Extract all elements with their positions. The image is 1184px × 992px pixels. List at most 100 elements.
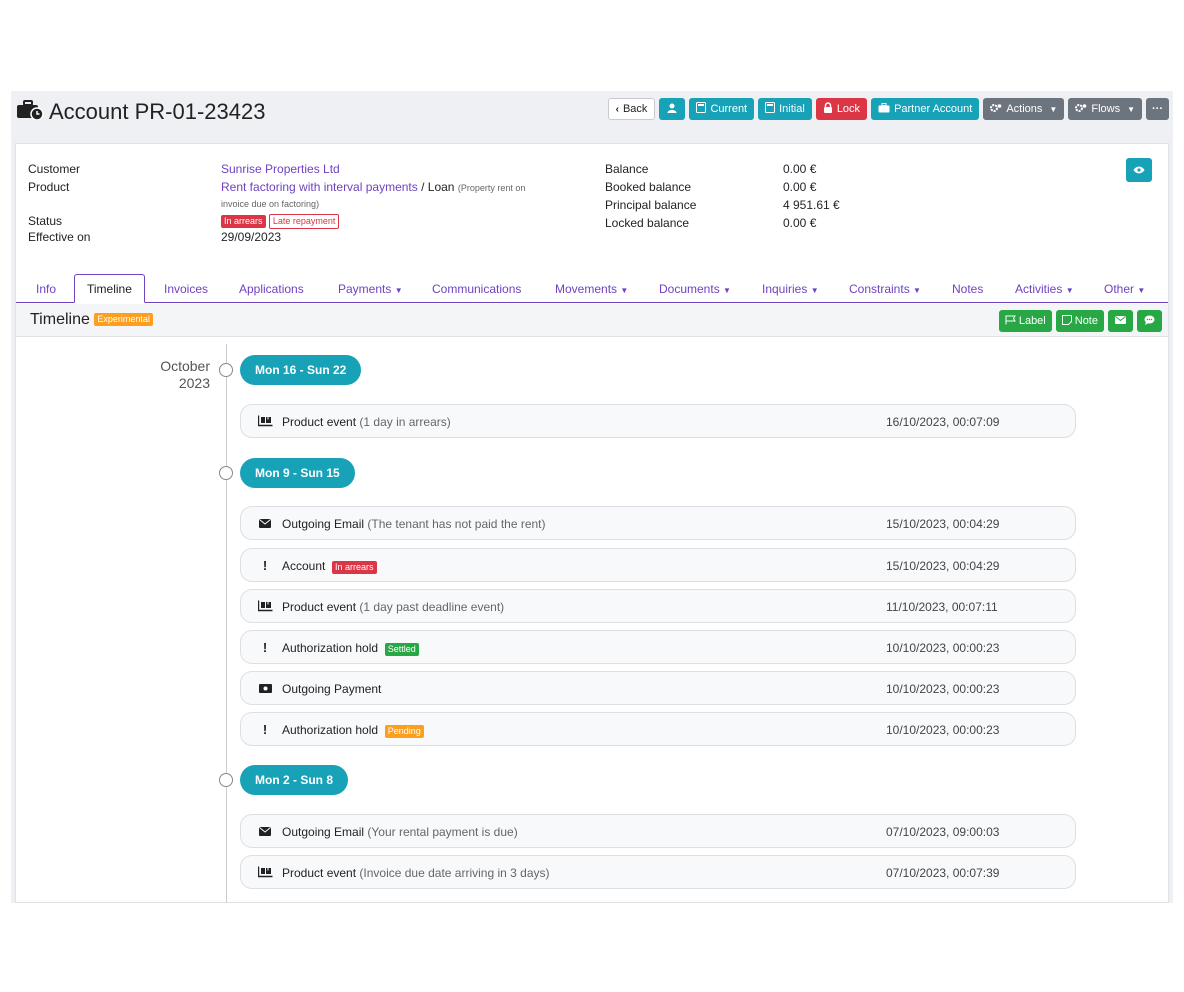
- customer-label: Customer: [28, 162, 81, 176]
- header-toolbar: ‹ Back Current Initial Lock Partner Acco…: [607, 98, 1169, 120]
- account-summary: Customer Sunrise Properties Ltd Product …: [16, 144, 1168, 269]
- tab-inquiries[interactable]: Inquiries ▼: [762, 274, 819, 303]
- timeline-dot: [219, 363, 233, 377]
- tab-documents[interactable]: Documents ▼: [659, 274, 731, 303]
- tab-activities[interactable]: Activities ▼: [1015, 274, 1074, 303]
- send-email-button[interactable]: [1108, 310, 1133, 332]
- locked-balance-value: 0.00 €: [783, 216, 817, 230]
- product-type-link[interactable]: Loan: [428, 180, 455, 194]
- money-icon: [257, 681, 273, 695]
- calculator-icon: [696, 102, 707, 116]
- effective-value: 29/09/2023: [221, 230, 282, 244]
- customer-link[interactable]: Sunrise Properties Ltd: [221, 162, 340, 176]
- ellipsis-icon: ···: [1152, 103, 1163, 115]
- caret-down-icon: ▼: [620, 286, 629, 295]
- caret-down-icon: ▼: [394, 286, 403, 295]
- add-note-button[interactable]: Note: [1055, 310, 1104, 332]
- product-label: Product: [28, 180, 70, 194]
- page-title: Account PR-01-23423: [49, 99, 266, 124]
- week-header[interactable]: Mon 9 - Sun 15: [240, 458, 355, 488]
- timeline-event[interactable]: Product event (1 day past deadline event…: [240, 589, 1076, 623]
- tab-applications[interactable]: Applications: [239, 274, 304, 303]
- tab-invoices[interactable]: Invoices: [164, 274, 208, 303]
- customer-button[interactable]: [659, 98, 686, 120]
- caret-down-icon: ▼: [810, 286, 819, 295]
- caret-down-icon: ▼: [1127, 104, 1135, 114]
- week-header[interactable]: Mon 16 - Sun 22: [240, 355, 362, 385]
- envelope-icon: [257, 516, 273, 530]
- timeline-event[interactable]: Outgoing Email (Your rental payment is d…: [240, 814, 1076, 848]
- timeline-event[interactable]: Outgoing Email (The tenant has not paid …: [240, 506, 1076, 540]
- app-frame: Account PR-01-23423 ‹ Back Current Initi…: [11, 91, 1173, 903]
- truck-icon: [257, 414, 273, 428]
- lock-button[interactable]: Lock: [815, 98, 868, 120]
- tab-constraints[interactable]: Constraints ▼: [849, 274, 921, 303]
- timeline-dot: [219, 773, 233, 787]
- timeline-event[interactable]: ! Authorization hold Pending 10/10/2023,…: [240, 712, 1076, 746]
- briefcase-icon: [878, 102, 890, 116]
- event-timestamp: 16/10/2023, 00:07:09: [886, 415, 1000, 429]
- back-button[interactable]: ‹ Back: [607, 98, 656, 120]
- booked-balance-label: Booked balance: [605, 180, 692, 194]
- exclamation-icon: !: [262, 639, 268, 655]
- caret-down-icon: ▼: [723, 286, 731, 295]
- add-label-button[interactable]: Label: [998, 310, 1052, 332]
- effective-label: Effective on: [28, 230, 91, 244]
- timeline-event[interactable]: Product event (1 day in arrears) 16/10/2…: [240, 404, 1076, 438]
- page-header: Account PR-01-23423 ‹ Back Current Initi…: [11, 91, 1173, 129]
- exclamation-icon: !: [262, 557, 268, 573]
- user-icon: [667, 103, 677, 116]
- truck-icon: [257, 599, 273, 613]
- timeline-event[interactable]: Product event (Invoice due date arriving…: [240, 855, 1076, 889]
- timeline-event[interactable]: ! Account In arrears 15/10/2023, 00:04:2…: [240, 548, 1076, 582]
- timeline-event[interactable]: Outgoing Payment 10/10/2023, 00:00:23: [240, 671, 1076, 705]
- timeline-event[interactable]: ! Authorization hold Settled 10/10/2023,…: [240, 630, 1076, 664]
- current-button[interactable]: Current: [689, 98, 755, 120]
- locked-balance-label: Locked balance: [605, 216, 690, 230]
- booked-balance-value: 0.00 €: [783, 180, 817, 194]
- status-badges: In arrears Late repayment: [221, 213, 340, 229]
- caret-down-icon: ▼: [1137, 286, 1146, 295]
- status-badge: Late repayment: [268, 214, 340, 229]
- toggle-details-button[interactable]: [1126, 158, 1152, 182]
- timeline-title: Timeline Experimental: [30, 311, 153, 329]
- account-card: Customer Sunrise Properties Ltd Product …: [15, 143, 1169, 903]
- product-link[interactable]: Rent factoring with interval payments: [221, 180, 418, 194]
- product-note-continued: invoice due on factoring): [221, 199, 320, 209]
- caret-down-icon: ▼: [913, 286, 921, 295]
- week-header[interactable]: Mon 2 - Sun 8: [240, 765, 348, 795]
- partner-account-button[interactable]: Partner Account: [871, 98, 980, 120]
- calculator-icon: [765, 102, 776, 116]
- tab-other[interactable]: Other ▼: [1104, 274, 1145, 303]
- flag-icon: [1005, 315, 1016, 328]
- status-badge: In arrears: [332, 561, 377, 574]
- status-badge: Settled: [384, 643, 419, 656]
- event-timestamp: 10/10/2023, 00:00:23: [886, 682, 1000, 696]
- flows-dropdown[interactable]: Flows ▼: [1068, 98, 1142, 120]
- send-message-button[interactable]: [1137, 310, 1162, 332]
- event-timestamp: 10/10/2023, 00:00:23: [886, 641, 1000, 655]
- status-label: Status: [28, 214, 63, 228]
- timeline-axis: [226, 344, 227, 903]
- tab-payments[interactable]: Payments ▼: [338, 274, 403, 303]
- tab-info[interactable]: Info: [36, 274, 56, 303]
- initial-button[interactable]: Initial: [758, 98, 812, 120]
- tab-communications[interactable]: Communications: [432, 274, 521, 303]
- event-timestamp: 15/10/2023, 00:04:29: [886, 517, 1000, 531]
- principal-balance-value: 4 951.61 €: [783, 198, 840, 212]
- caret-down-icon: ▼: [1049, 104, 1058, 114]
- exclamation-icon: !: [262, 721, 268, 737]
- caret-down-icon: ▼: [1065, 286, 1074, 295]
- month-label: October 2023: [160, 358, 210, 391]
- comment-icon: [1144, 315, 1155, 328]
- actions-dropdown[interactable]: Actions ▼: [983, 98, 1065, 120]
- tab-movements[interactable]: Movements ▼: [555, 274, 628, 303]
- status-badge: Pending: [384, 725, 424, 738]
- tab-timeline[interactable]: Timeline: [74, 274, 145, 303]
- event-timestamp: 15/10/2023, 00:04:29: [886, 559, 1000, 573]
- tab-notes[interactable]: Notes: [952, 274, 983, 303]
- lock-icon: [823, 102, 833, 116]
- principal-balance-label: Principal balance: [605, 198, 697, 212]
- product-value: Rent factoring with interval payments / …: [221, 180, 526, 194]
- more-button[interactable]: ···: [1146, 98, 1169, 120]
